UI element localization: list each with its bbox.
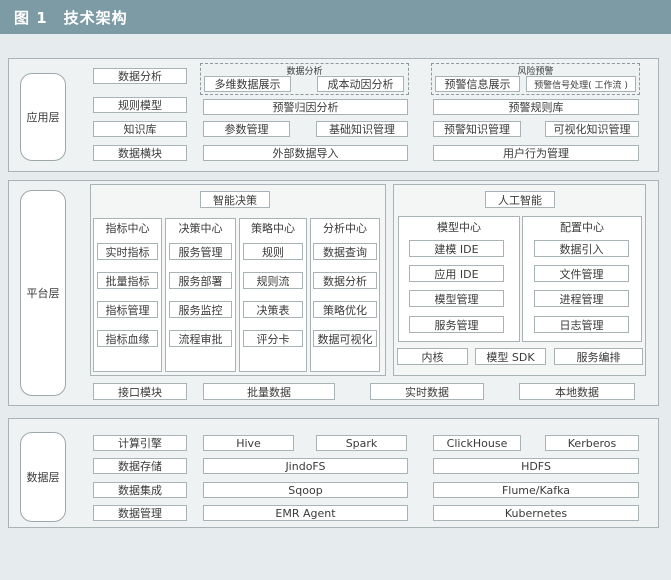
interface-module: 接口模块	[93, 383, 187, 400]
indicator-item: 实时指标	[97, 243, 158, 260]
indicator-item: 批量指标	[97, 272, 158, 289]
data-layer-label: 数据层	[20, 432, 66, 522]
config-center-title: 配置中心	[560, 221, 604, 234]
sqoop: Sqoop	[203, 482, 408, 498]
config-item: 数据引入	[534, 240, 629, 257]
multi-dim-display: 多维数据展示	[204, 76, 291, 92]
decision-item: 服务监控	[169, 301, 232, 318]
user-behavior-management: 用户行为管理	[433, 145, 639, 161]
analysis-item: 策略优化	[313, 301, 377, 318]
spark: Spark	[316, 435, 407, 451]
analysis-item: 数据分析	[313, 272, 377, 289]
decision-item: 服务部署	[169, 272, 232, 289]
strategy-center-title: 策略中心	[251, 222, 295, 235]
kubernetes: Kubernetes	[433, 505, 639, 521]
model-item: 模型管理	[409, 290, 504, 307]
figure-title: 图 1 技术架构	[14, 9, 128, 27]
local-data: 本地数据	[519, 383, 635, 400]
visual-knowledge-management: 可视化知识管理	[545, 121, 639, 137]
indicator-item: 指标管理	[97, 301, 158, 318]
model-center-title: 模型中心	[437, 221, 481, 234]
analysis-item: 数据查询	[313, 243, 377, 260]
strategy-item: 规则流	[243, 272, 303, 289]
batch-data: 批量数据	[203, 383, 335, 400]
analysis-center-title: 分析中心	[323, 222, 367, 235]
app-data-analysis: 数据分析	[93, 68, 187, 84]
emr-agent: EMR Agent	[203, 505, 408, 521]
basic-knowledge-management: 基础知识管理	[316, 121, 408, 137]
warning-info-display: 预警信息展示	[435, 76, 520, 92]
data-storage: 数据存储	[93, 458, 187, 474]
model-item: 应用 IDE	[409, 265, 504, 282]
analysis-item: 数据可视化	[313, 330, 377, 347]
indicator-center	[93, 218, 162, 372]
external-data-import: 外部数据导入	[203, 145, 408, 161]
strategy-item: 评分卡	[243, 330, 303, 347]
kerberos: Kerberos	[545, 435, 639, 451]
app-data-module: 数据横块	[93, 145, 187, 161]
warning-knowledge-management: 预警知识管理	[433, 121, 521, 137]
analysis-center	[310, 218, 380, 372]
indicator-item: 指标血缘	[97, 330, 158, 347]
decision-item: 服务管理	[169, 243, 232, 260]
platform-layer-label: 平台层	[20, 190, 66, 396]
warning-signal-process: 预警信号处理( 工作流 )	[526, 76, 636, 92]
decision-title: 智能决策	[200, 191, 270, 208]
warning-attribution: 预警归因分析	[203, 99, 408, 115]
config-item: 日志管理	[534, 316, 629, 333]
app-rule-model: 规则模型	[93, 97, 187, 113]
strategy-center	[239, 218, 307, 372]
warning-rule-base: 预警规则库	[433, 99, 639, 115]
strategy-item: 规则	[243, 243, 303, 260]
hive: Hive	[203, 435, 294, 451]
application-layer-label: 应用层	[20, 73, 66, 161]
flume-kafka: Flume/Kafka	[433, 482, 639, 498]
config-item: 文件管理	[534, 265, 629, 282]
decision-item: 流程审批	[169, 330, 232, 347]
ai-service-orchestration: 服务编排	[554, 348, 643, 365]
realtime-data: 实时数据	[370, 383, 484, 400]
model-item: 服务管理	[409, 316, 504, 333]
decision-center	[165, 218, 236, 372]
data-integration: 数据集成	[93, 482, 187, 498]
model-item: 建模 IDE	[409, 240, 504, 257]
cost-driver-analysis: 成本动因分析	[317, 76, 404, 92]
ai-kernel: 内核	[397, 348, 468, 365]
app-knowledge-base: 知识库	[93, 121, 187, 137]
decision-center-title: 决策中心	[178, 222, 223, 235]
ai-title: 人工智能	[485, 191, 555, 208]
param-management: 参数管理	[203, 121, 290, 137]
data-management: 数据管理	[93, 505, 187, 521]
ai-model-sdk: 模型 SDK	[475, 348, 546, 365]
strategy-item: 决策表	[243, 301, 303, 318]
compute-engine: 计算引擎	[93, 435, 187, 451]
hdfs: HDFS	[433, 458, 639, 474]
config-item: 进程管理	[534, 290, 629, 307]
jindofs: JindoFS	[203, 458, 408, 474]
indicator-center-title: 指标中心	[105, 222, 150, 235]
clickhouse: ClickHouse	[433, 435, 521, 451]
